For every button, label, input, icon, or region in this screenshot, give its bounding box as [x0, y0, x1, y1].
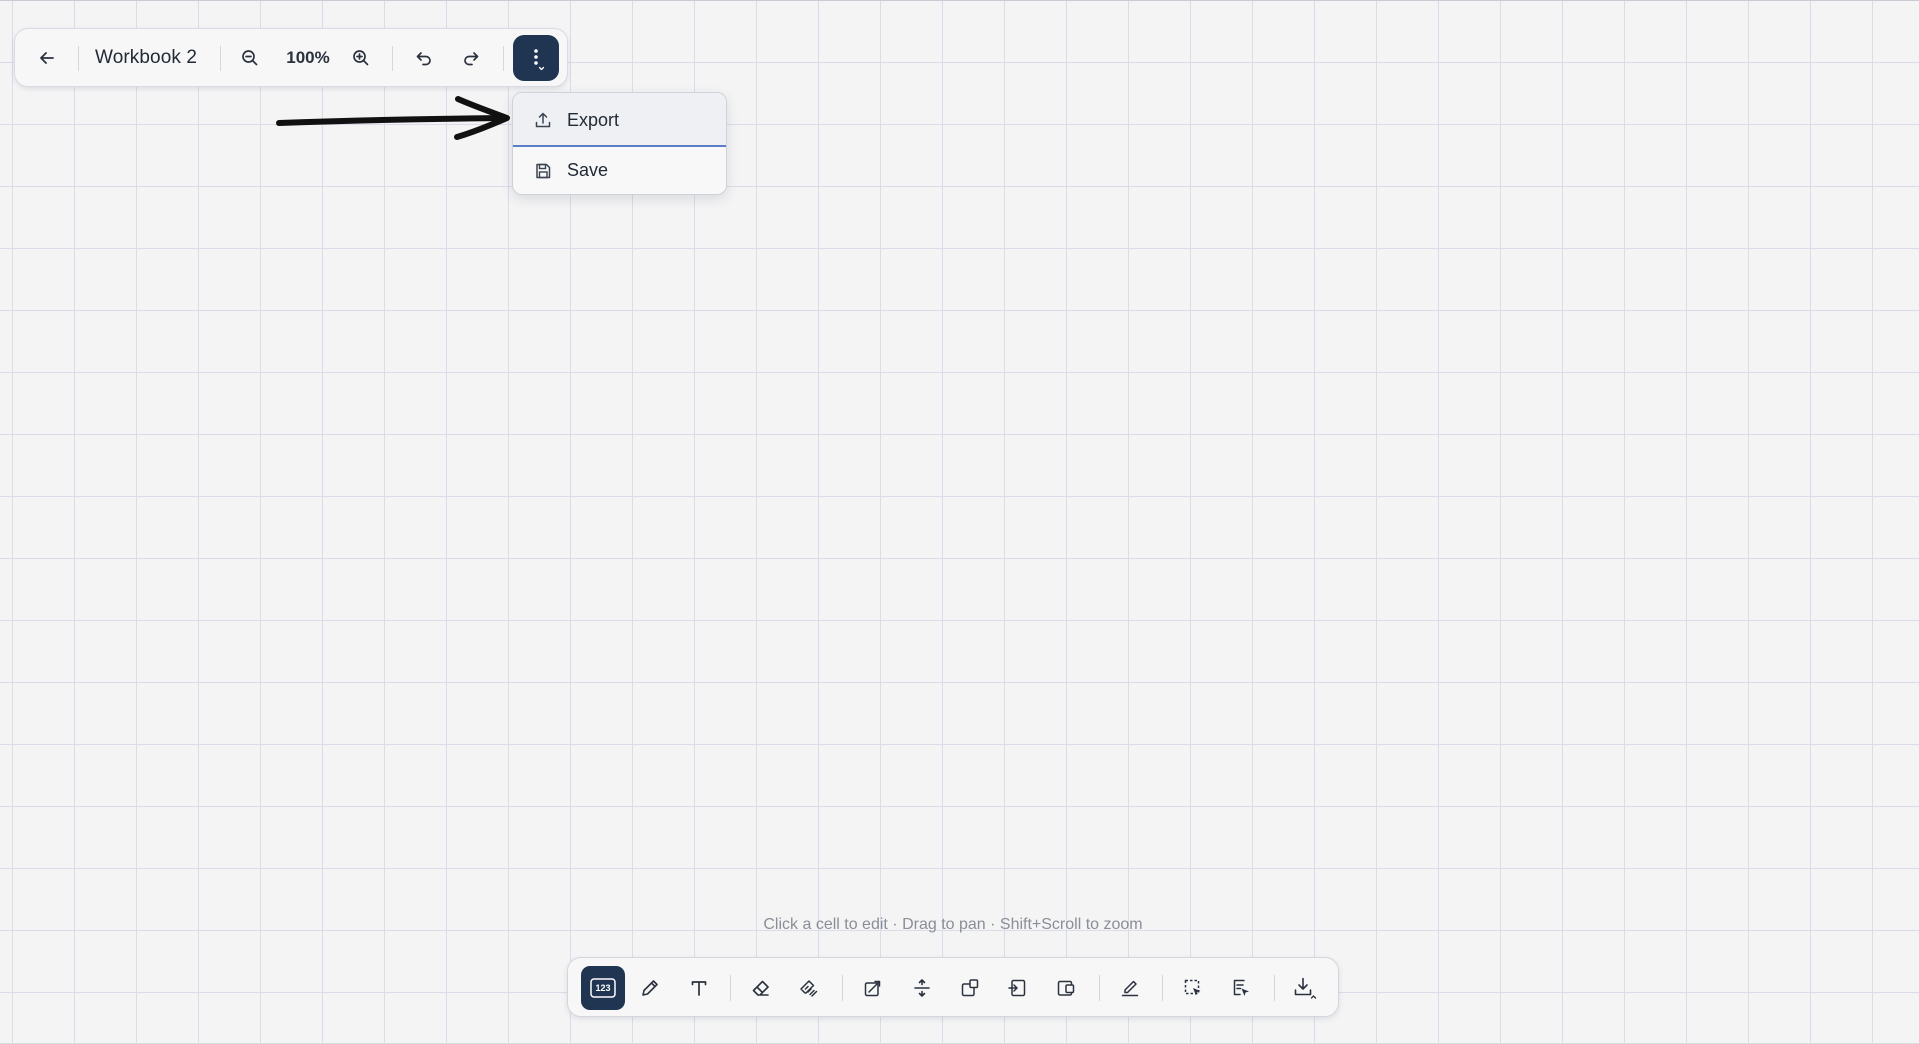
menu-item-label: Save	[567, 160, 609, 180]
add-box-tool-button[interactable]	[948, 966, 992, 1010]
toolbar-divider	[503, 46, 504, 71]
export-selection-icon	[1230, 977, 1252, 999]
bottom-toolbar: 123	[567, 957, 1339, 1017]
signature-icon	[1119, 977, 1141, 999]
pencil-icon	[639, 977, 661, 999]
toolbar-divider	[78, 46, 79, 71]
toolbar-divider	[730, 975, 731, 1001]
workbook-title[interactable]: Workbook 2	[95, 29, 197, 86]
divide-icon	[911, 977, 933, 999]
menu-item-export[interactable]: Export	[513, 93, 726, 147]
canvas-hint: Click a cell to edit · Drag to pan · Shi…	[763, 916, 1143, 933]
more-dropdown-menu: Export Save	[512, 92, 727, 195]
shape-tool-button[interactable]	[851, 966, 895, 1010]
back-button[interactable]	[27, 37, 67, 79]
text-icon	[688, 977, 710, 999]
eraser-lines-tool-button[interactable]	[787, 966, 831, 1010]
menu-item-label: Export	[567, 109, 620, 130]
select-area-tool-button[interactable]	[1171, 966, 1215, 1010]
numbers-badge: 123	[595, 983, 611, 993]
top-toolbar: Workbook 2 100%	[14, 28, 568, 87]
text-tool-button[interactable]	[677, 966, 721, 1010]
zoom-level: 100%	[286, 47, 330, 67]
pencil-tool-button[interactable]	[628, 966, 672, 1010]
toolbar-divider	[392, 46, 393, 71]
redo-icon	[461, 48, 481, 68]
zoom-in-button[interactable]	[341, 37, 381, 79]
eraser-lines-icon	[798, 977, 820, 999]
zoom-out-button[interactable]	[230, 37, 270, 79]
export-selection-tool-button[interactable]	[1219, 966, 1263, 1010]
insert-left-tool-button[interactable]	[995, 966, 1039, 1010]
canvas-top-edge	[0, 0, 1919, 1]
more-menu-button[interactable]	[513, 35, 559, 81]
more-vertical-icon	[524, 43, 548, 73]
annotation-arrow	[276, 96, 510, 140]
eraser-tool-button[interactable]	[739, 966, 783, 1010]
select-area-icon	[1182, 977, 1204, 999]
toolbar-divider	[842, 975, 843, 1001]
floppy-disk-icon	[533, 160, 555, 182]
download-tool-button[interactable]	[1283, 966, 1327, 1010]
resize-box-icon	[862, 977, 884, 999]
insert-right-tool-button[interactable]	[1044, 966, 1088, 1010]
number-tool-button[interactable]: 123	[581, 966, 625, 1010]
signature-tool-button[interactable]	[1108, 966, 1152, 1010]
redo-button[interactable]	[451, 37, 491, 79]
toolbar-divider	[1099, 975, 1100, 1001]
toolbar-divider	[1274, 975, 1275, 1001]
undo-button[interactable]	[404, 37, 444, 79]
download-icon	[1292, 975, 1318, 1001]
zoom-out-icon	[240, 48, 260, 68]
toolbar-divider	[220, 46, 221, 71]
undo-icon	[414, 48, 434, 68]
insert-right-icon	[1055, 977, 1077, 999]
eraser-icon	[750, 977, 772, 999]
upload-icon	[533, 109, 555, 131]
add-box-icon	[959, 977, 981, 999]
insert-left-icon	[1006, 977, 1028, 999]
divide-tool-button[interactable]	[900, 966, 944, 1010]
zoom-in-icon	[351, 48, 371, 68]
toolbar-divider	[1162, 975, 1163, 1001]
back-arrow-icon	[37, 48, 57, 68]
menu-item-save[interactable]: Save	[513, 147, 726, 194]
